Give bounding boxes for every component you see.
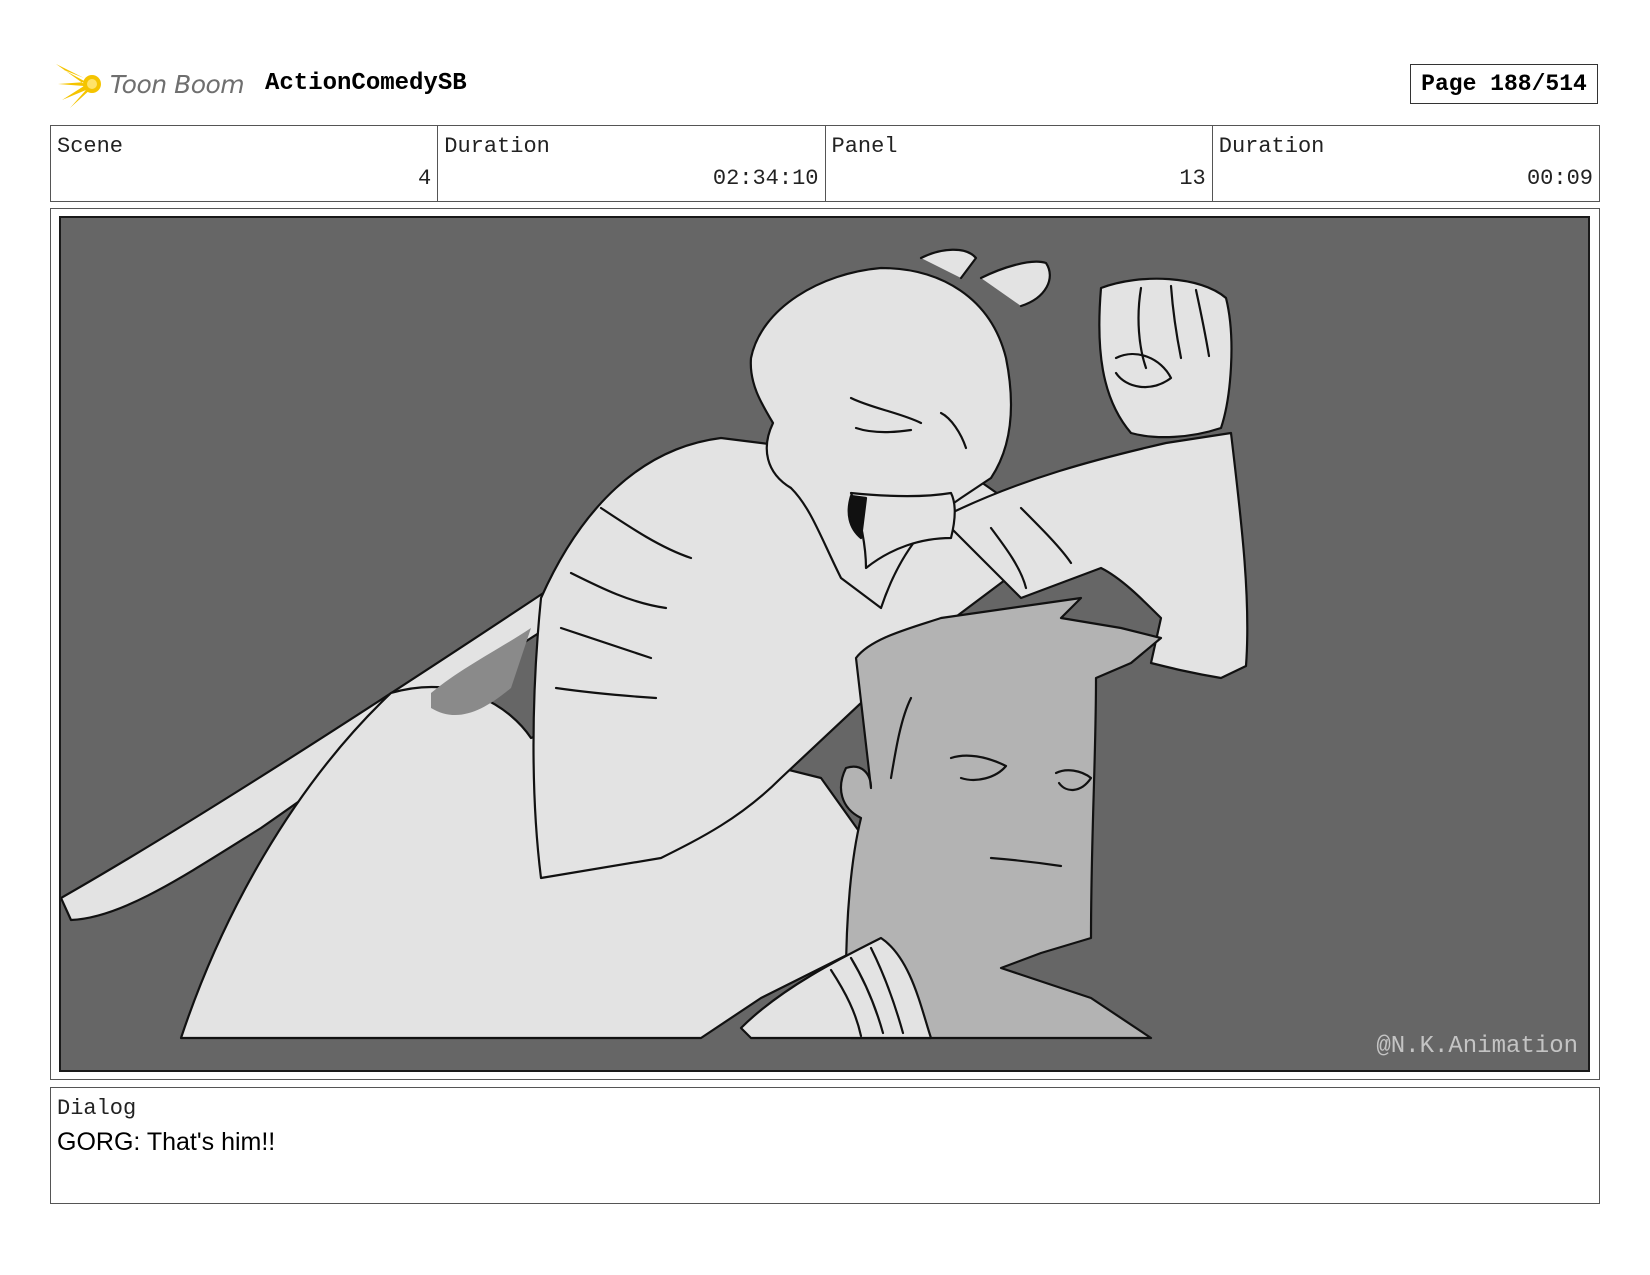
storyboard-drawing: @N.K.Animation	[59, 216, 1590, 1072]
panel-frame: @N.K.Animation	[50, 208, 1600, 1080]
logo-text: Toon Boom	[110, 70, 245, 99]
scene-cell: Scene 4	[51, 126, 439, 201]
scene-value: 4	[418, 166, 432, 191]
dialog-box: Dialog GORG: That's him!!	[50, 1087, 1600, 1204]
scene-duration-cell: Duration 02:34:10	[438, 126, 826, 201]
watermark: @N.K.Animation	[1376, 1033, 1578, 1060]
panel-duration-value: 00:09	[1526, 166, 1593, 191]
scene-duration-value: 02:34:10	[712, 166, 819, 191]
toon-boom-logo: Toon Boom	[54, 58, 250, 110]
page-indicator: Page 188/514	[1410, 64, 1598, 104]
scene-duration-label: Duration	[444, 134, 550, 159]
panel-cell: Panel 13	[826, 126, 1213, 201]
panel-duration-label: Duration	[1218, 134, 1325, 159]
panel-value: 13	[1179, 166, 1206, 191]
panel-duration-cell: Duration 00:09	[1213, 126, 1599, 201]
page-header: Toon Boom ActionComedySB Page 188/514	[50, 56, 1600, 112]
scene-label: Scene	[57, 134, 124, 159]
dialog-label: Dialog	[57, 1096, 137, 1121]
project-title: ActionComedySB	[265, 70, 467, 97]
creature-fist	[1098, 277, 1233, 439]
panel-label: Panel	[831, 134, 898, 159]
starburst-icon	[56, 64, 101, 108]
panel-info-table: Scene 4 Duration 02:34:10 Panel 13 Durat…	[50, 125, 1600, 202]
sketch-illustration	[61, 248, 1249, 1040]
dialog-text: GORG: That's him!!	[57, 1128, 276, 1156]
